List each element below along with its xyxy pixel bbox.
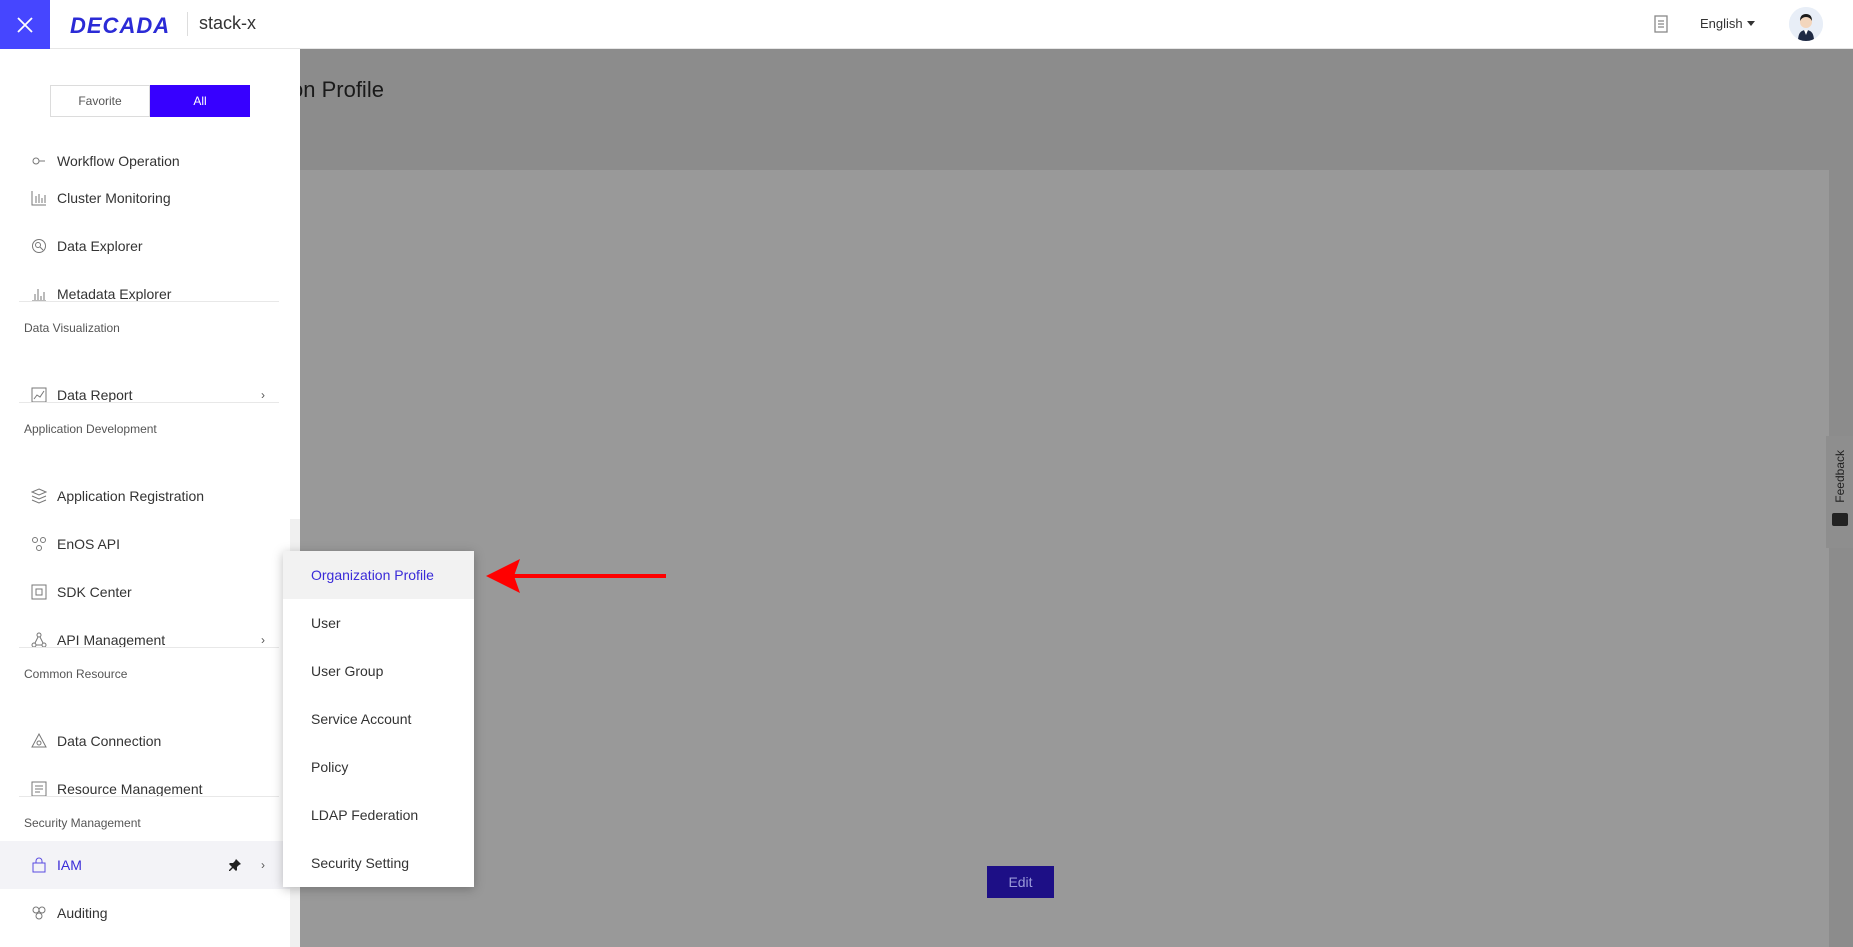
sidebar-item-data-report[interactable]: Data Report › xyxy=(0,371,300,419)
section-application-development: Application Development xyxy=(24,422,157,436)
submenu-item-service-account[interactable]: Service Account xyxy=(283,695,474,743)
sidebar-item-workflow-operation[interactable]: Workflow Operation xyxy=(0,149,300,171)
sidebar-item-label: Cluster Monitoring xyxy=(57,190,171,206)
bar-chart-icon xyxy=(31,190,47,206)
resource-icon xyxy=(31,781,47,797)
submenu-item-security-setting[interactable]: Security Setting xyxy=(283,839,474,887)
chevron-right-icon: › xyxy=(261,388,265,402)
sidebar-item-sdk-center[interactable]: SDK Center xyxy=(0,568,300,616)
stack-layers-icon xyxy=(31,488,47,504)
sidebar-item-metadata-explorer[interactable]: Metadata Explorer xyxy=(0,270,300,318)
close-menu-button[interactable] xyxy=(0,0,50,49)
section-data-visualization: Data Visualization xyxy=(24,321,120,335)
document-icon[interactable] xyxy=(1651,14,1671,34)
annotation-arrow-icon xyxy=(486,559,666,593)
divider xyxy=(19,402,279,403)
submenu-item-user-group[interactable]: User Group xyxy=(283,647,474,695)
api-network-icon xyxy=(31,632,47,648)
explorer-icon xyxy=(31,238,47,254)
feedback-tab[interactable]: Feedback xyxy=(1826,436,1853,548)
submenu-item-policy[interactable]: Policy xyxy=(283,743,474,791)
feedback-chat-icon xyxy=(1831,512,1848,526)
connection-triangle-icon xyxy=(31,733,47,749)
edit-button[interactable]: Edit xyxy=(987,866,1054,898)
api-cluster-icon xyxy=(31,536,47,552)
logo-divider xyxy=(187,12,188,36)
sidebar-item-label: Workflow Operation xyxy=(57,153,180,169)
metadata-chart-icon xyxy=(31,286,47,302)
iam-submenu: Organization Profile User User Group Ser… xyxy=(283,551,474,887)
chevron-down-icon xyxy=(1746,21,1755,26)
line-chart-icon xyxy=(31,387,47,403)
sidebar-item-label: Metadata Explorer xyxy=(57,286,172,302)
sdk-box-icon xyxy=(31,584,47,600)
sidebar-item-label: Application Registration xyxy=(57,488,205,504)
sidebar-item-application-registration[interactable]: Application Registration xyxy=(0,472,300,520)
chevron-right-icon: › xyxy=(261,858,265,872)
user-avatar[interactable] xyxy=(1789,7,1823,41)
top-bar: DECADA stack-x English xyxy=(0,0,1853,49)
language-label: English xyxy=(1700,16,1743,31)
stack-name: stack-x xyxy=(199,13,257,33)
sidebar-item-label: Data Report xyxy=(57,387,133,403)
sidebar-item-label: Data Connection xyxy=(57,733,162,749)
divider xyxy=(19,796,279,797)
sidebar-item-data-connection[interactable]: Data Connection xyxy=(0,717,300,765)
language-selector[interactable]: English xyxy=(1700,16,1755,31)
tab-all[interactable]: All xyxy=(150,85,250,117)
sidebar-item-cluster-monitoring[interactable]: Cluster Monitoring xyxy=(0,174,300,222)
tab-favorite[interactable]: Favorite xyxy=(50,85,150,117)
submenu-item-ldap-federation[interactable]: LDAP Federation xyxy=(283,791,474,839)
sidebar-item-label: API Management xyxy=(57,632,166,648)
submenu-item-user[interactable]: User xyxy=(283,599,474,647)
chevron-right-icon: › xyxy=(261,633,265,647)
sidebar-item-label: Auditing xyxy=(57,905,108,921)
close-icon xyxy=(17,16,33,33)
feedback-label: Feedback xyxy=(1832,450,1847,503)
sidebar-item-label: IAM xyxy=(57,857,82,873)
sidebar-item-iam[interactable]: IAM › xyxy=(0,841,300,889)
workflow-icon xyxy=(31,153,47,169)
sidebar-item-api-management[interactable]: API Management › xyxy=(0,616,300,664)
divider xyxy=(19,301,279,302)
sidebar-item-label: Data Explorer xyxy=(57,238,143,254)
sidebar-item-label: EnOS API xyxy=(57,536,121,552)
sidebar-item-resource-management[interactable]: Resource Management xyxy=(0,765,300,813)
decada-logo[interactable]: DECADA xyxy=(70,13,170,39)
sidebar-item-enos-api[interactable]: EnOS API xyxy=(0,520,300,568)
pin-icon[interactable] xyxy=(228,858,242,872)
auditing-icon xyxy=(31,905,47,921)
sidebar-item-auditing[interactable]: Auditing xyxy=(0,889,300,937)
sidebar-item-data-explorer[interactable]: Data Explorer xyxy=(0,222,300,270)
avatar-icon xyxy=(1789,7,1823,41)
favorite-all-toggle: Favorite All xyxy=(50,85,250,117)
sidebar-item-label: Resource Management xyxy=(57,781,203,797)
submenu-item-organization-profile[interactable]: Organization Profile xyxy=(283,551,474,599)
divider xyxy=(19,647,279,648)
section-common-resource: Common Resource xyxy=(24,667,128,681)
sidebar-item-label: SDK Center xyxy=(57,584,132,600)
iam-lock-icon xyxy=(31,857,47,873)
section-security-management: Security Management xyxy=(24,816,141,830)
sidebar-menu: Favorite All Workflow Operation Cluster … xyxy=(0,49,300,947)
